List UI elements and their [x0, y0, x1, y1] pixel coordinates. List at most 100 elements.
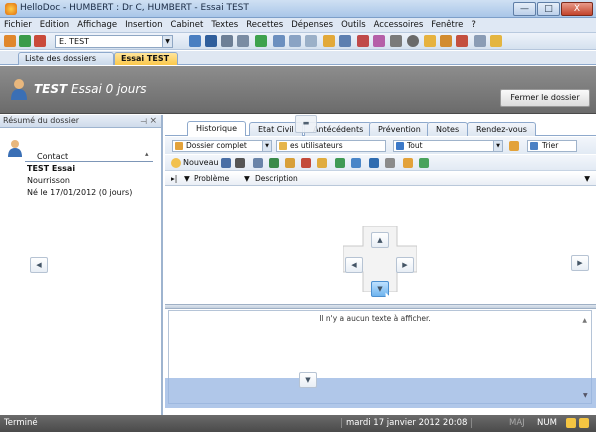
agenda-icon[interactable]: [189, 35, 201, 47]
menu-affichage[interactable]: Affichage: [73, 18, 121, 32]
tab-notes[interactable]: Notes: [427, 122, 469, 136]
chevron-down-icon[interactable]: ▼: [184, 172, 190, 185]
bottle-icon[interactable]: [301, 158, 311, 168]
patient-birth: Né le 17/01/2012 (0 jours): [27, 188, 133, 197]
chart-icon[interactable]: [440, 35, 452, 47]
folder-open-icon[interactable]: [424, 35, 436, 47]
sync-icon[interactable]: [490, 35, 502, 47]
menu-fichier[interactable]: Fichier: [0, 18, 36, 32]
chevron-down-icon[interactable]: ▼: [162, 36, 172, 47]
edit-icon[interactable]: [221, 158, 231, 168]
menu-accessoires[interactable]: Accessoires: [370, 18, 428, 32]
preview-icon[interactable]: [237, 35, 249, 47]
tab-prevention[interactable]: Prévention: [369, 122, 430, 136]
patient-icon[interactable]: [34, 35, 46, 47]
maximize-button[interactable]: □: [537, 2, 560, 16]
close-folder-button[interactable]: Fermer le dossier: [500, 89, 590, 107]
pin-icon[interactable]: ⊣: [140, 116, 147, 128]
scroll-down-icon[interactable]: ▼: [583, 392, 588, 399]
sort-button[interactable]: Trier: [527, 140, 577, 152]
print-icon[interactable]: [221, 35, 233, 47]
users-combo[interactable]: es utilisateurs: [276, 140, 386, 152]
menu-cabinet[interactable]: Cabinet: [166, 18, 207, 32]
prescription-icon[interactable]: [317, 158, 327, 168]
chevron-down-icon[interactable]: ▼: [244, 172, 250, 185]
home-icon[interactable]: [474, 35, 486, 47]
add-icon[interactable]: [255, 35, 267, 47]
card-icon[interactable]: [273, 35, 285, 47]
patient-age: Essai 0 jours: [71, 82, 147, 96]
col-description[interactable]: Description: [255, 172, 298, 185]
doctab-list[interactable]: Liste des dossiers: [18, 52, 114, 65]
mail-icon[interactable]: [339, 35, 351, 47]
chevron-down-icon[interactable]: ▼: [493, 141, 502, 151]
dock-center-right-icon[interactable]: ▶: [396, 257, 414, 273]
dock-center-left-icon[interactable]: ◀: [345, 257, 363, 273]
attach-icon[interactable]: [385, 158, 395, 168]
patient-fullname: TEST Essai: [27, 164, 76, 173]
chevron-down-icon[interactable]: ▼: [262, 141, 271, 151]
tab-historique[interactable]: Historique: [187, 121, 247, 136]
collapse-icon[interactable]: ▴: [145, 150, 149, 158]
record-icon[interactable]: [407, 35, 419, 47]
main-toolbar: E. TEST ▼: [0, 33, 596, 50]
menu-outils[interactable]: Outils: [337, 18, 370, 32]
status-caps: MAJ: [509, 418, 525, 428]
more-icon[interactable]: [390, 35, 402, 47]
document-icon[interactable]: [269, 158, 279, 168]
delete-icon[interactable]: [235, 158, 245, 168]
print-icon[interactable]: [253, 158, 263, 168]
dock-right-icon[interactable]: ▶: [571, 255, 589, 271]
dossier-combo[interactable]: Dossier complet ▼: [172, 140, 272, 152]
calendar-icon[interactable]: [357, 35, 369, 47]
scroll-up-icon[interactable]: ▲: [582, 317, 587, 324]
menu-textes[interactable]: Textes: [207, 18, 242, 32]
doctab-list-label: Liste des dossiers: [25, 54, 97, 63]
dock-tab-icon[interactable]: ▬: [295, 115, 317, 133]
clock-icon[interactable]: [305, 35, 317, 47]
panel-splitter[interactable]: [165, 304, 596, 309]
menu-help[interactable]: ?: [467, 18, 480, 32]
save-icon[interactable]: [205, 35, 217, 47]
minimize-button[interactable]: —: [513, 2, 536, 16]
banner-title: TEST Essai 0 jours: [34, 82, 147, 96]
menu-recettes[interactable]: Recettes: [242, 18, 287, 32]
menu-bar: Fichier Edition Affichage Insertion Cabinet T…: [0, 18, 596, 33]
filter-icon[interactable]: [509, 141, 519, 151]
export-icon[interactable]: [456, 35, 468, 47]
close-window-button[interactable]: X: [561, 2, 593, 16]
summary-header: Résumé du dossier ⊣ ×: [0, 115, 161, 128]
tab-rendez-vous[interactable]: Rendez-vous: [467, 122, 536, 136]
dock-top-icon[interactable]: ▲: [371, 232, 389, 248]
contact-section-label[interactable]: Contact: [37, 152, 68, 161]
user-icon[interactable]: [323, 35, 335, 47]
users-icon: [279, 142, 287, 150]
menu-fenetre[interactable]: Fenêtre: [427, 18, 467, 32]
bookmark-icon[interactable]: [373, 35, 385, 47]
new-button[interactable]: Nouveau: [183, 158, 219, 167]
open-icon[interactable]: [19, 35, 31, 47]
patient-combo[interactable]: E. TEST ▼: [55, 35, 173, 48]
status-datetime: mardi 17 janvier 2012 20:08: [341, 418, 473, 428]
dock-left-icon[interactable]: ◀: [30, 257, 48, 273]
image-icon[interactable]: [369, 158, 379, 168]
col-probleme[interactable]: Problème: [194, 172, 229, 185]
lab-icon[interactable]: [285, 158, 295, 168]
close-icon[interactable]: ×: [149, 115, 157, 127]
folder-icon[interactable]: [4, 35, 16, 47]
column-menu-icon[interactable]: ▼: [584, 172, 590, 185]
check-icon[interactable]: [335, 158, 345, 168]
scope-combo[interactable]: Tout ▼: [393, 140, 503, 152]
vaccine-icon[interactable]: [351, 158, 361, 168]
new-icon[interactable]: [171, 158, 181, 168]
share-icon[interactable]: [419, 158, 429, 168]
menu-edition[interactable]: Edition: [36, 18, 73, 32]
doctab-patient[interactable]: Essai TEST ×: [114, 52, 178, 75]
upload-icon[interactable]: [403, 158, 413, 168]
tools-icon[interactable]: [289, 35, 301, 47]
sort-toggle-icon[interactable]: ▸|: [171, 172, 177, 185]
menu-depenses[interactable]: Dépenses: [287, 18, 337, 32]
window-title: HelloDoc - HUMBERT : Dr C, HUMBERT - Ess…: [20, 3, 249, 13]
menu-insertion[interactable]: Insertion: [121, 18, 166, 32]
dock-bottom-panel-icon[interactable]: ▼: [299, 372, 317, 388]
